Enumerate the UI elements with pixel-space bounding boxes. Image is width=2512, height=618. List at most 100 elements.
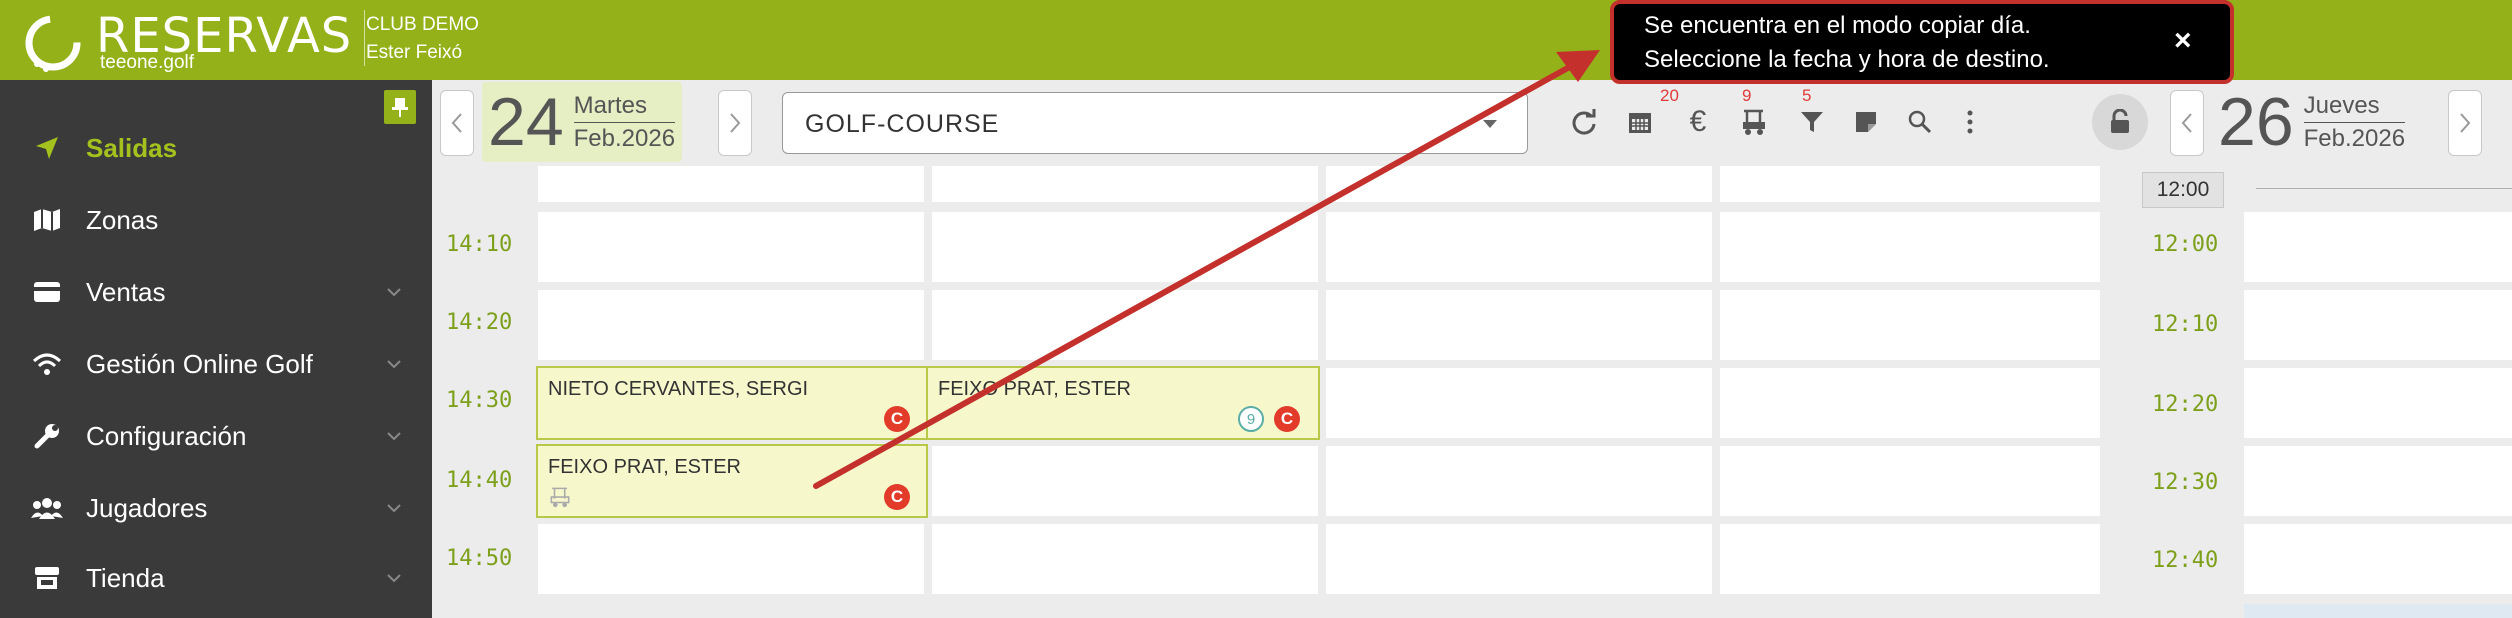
tee-slot[interactable] (1720, 290, 2100, 360)
tee-slot[interactable] (2244, 368, 2512, 438)
status-badge: C (884, 406, 910, 432)
tee-slot[interactable] (932, 446, 1318, 516)
sidebar-item-tienda[interactable]: Tienda (0, 548, 432, 608)
tee-slot[interactable] (1720, 446, 2100, 516)
course-select[interactable]: GOLF-COURSE (782, 92, 1528, 154)
paper-plane-icon (30, 131, 64, 165)
sidebar-item-label: Jugadores (86, 492, 208, 523)
map-icon (30, 203, 64, 237)
toolbar: 24 Martes Feb.2026 GOLF-COURSE 20 € 9 5 (432, 80, 2512, 166)
chevron-right-icon (730, 113, 741, 133)
sidebar-item-gestion-online-golf[interactable]: Gestión Online Golf (0, 334, 432, 394)
sidebar-item-salidas[interactable]: Salidas (0, 118, 432, 178)
tee-slot[interactable] (1326, 446, 1712, 516)
tee-slot[interactable] (2244, 212, 2512, 282)
chevron-down-icon (387, 288, 401, 297)
notes-button[interactable] (1846, 102, 1886, 142)
current-time-marker: 12:00 (2142, 172, 2224, 208)
right-tee-sheet: 12:00 12:00 12:10 12:20 12:30 12:40 (2134, 166, 2512, 618)
lock-open-icon (2111, 109, 2129, 133)
tee-slot[interactable] (1720, 524, 2100, 594)
sidebar-item-label: Salidas (86, 132, 178, 163)
users-icon (30, 491, 64, 525)
tee-slot[interactable] (1326, 166, 1712, 202)
calendar-icon (1629, 113, 1651, 133)
tee-slot[interactable] (538, 212, 924, 282)
player-name: FEIXO PRAT, ESTER (548, 456, 741, 478)
tee-slot[interactable] (538, 524, 924, 594)
next-day-button[interactable] (718, 90, 752, 156)
tee-slot[interactable] (2244, 524, 2512, 594)
tee-slot[interactable] (2244, 446, 2512, 516)
tee-slot[interactable] (932, 212, 1318, 282)
sidebar-item-label: Tienda (86, 562, 165, 593)
status-badge: C (884, 484, 910, 510)
tee-slot[interactable] (1326, 368, 1712, 438)
caret-down-icon (1483, 120, 1497, 128)
sidebar: Salidas Zonas Ventas Gestión Online Golf… (0, 80, 432, 618)
euro-button[interactable]: € (1678, 102, 1718, 142)
credit-card-icon (30, 275, 64, 309)
sidebar-item-ventas[interactable]: Ventas (0, 262, 432, 322)
tee-slot[interactable] (538, 166, 924, 202)
tee-slot[interactable] (2244, 290, 2512, 360)
tee-slot[interactable] (932, 290, 1318, 360)
right-previous-day-button[interactable] (2170, 90, 2204, 156)
tee-slot[interactable] (932, 166, 1318, 202)
store-icon (30, 561, 64, 595)
wifi-icon (30, 347, 64, 381)
tee-slot[interactable] (1326, 290, 1712, 360)
date-month-year: Feb.2026 (2303, 124, 2406, 152)
date-weekday: Martes (573, 92, 676, 123)
tee-slot[interactable] (1326, 524, 1712, 594)
close-icon[interactable]: × (2174, 24, 2192, 58)
sidebar-item-label: Configuración (86, 420, 247, 451)
player-name: FEIXO PRAT, ESTER (938, 378, 1131, 400)
lock-button[interactable] (2092, 94, 2148, 150)
player-name: NIETO CERVANTES, SERGI (548, 378, 809, 400)
date-day: 26 (2218, 84, 2294, 160)
golf-cart-icon (1743, 109, 1765, 135)
right-date[interactable]: 26 Jueves Feb.2026 (2212, 82, 2412, 162)
booking-slot[interactable]: FEIXO PRAT, ESTER 9 C (926, 366, 1320, 440)
booking-slot[interactable]: FEIXO PRAT, ESTER C (536, 444, 928, 518)
user-name[interactable]: Ester Feixó (366, 42, 462, 64)
tee-slot[interactable] (1326, 212, 1712, 282)
filter-icon (1801, 112, 1823, 132)
right-next-day-button[interactable] (2448, 90, 2482, 156)
calendar-count-badge: 20 (1660, 86, 1679, 105)
golf-cart-button[interactable] (1734, 102, 1774, 142)
filter-button[interactable] (1792, 102, 1832, 142)
app-logo[interactable]: RESERVAS teeone.golf (16, 6, 356, 74)
course-select-value: GOLF-COURSE (805, 110, 1000, 138)
sidebar-item-jugadores[interactable]: Jugadores (0, 478, 432, 538)
refresh-button[interactable] (1564, 102, 1604, 142)
time-label: 12:10 (2152, 312, 2219, 337)
booking-slot[interactable]: NIETO CERVANTES, SERGI C (536, 366, 928, 440)
calendar-button[interactable] (1620, 102, 1660, 142)
chevron-down-icon (387, 574, 401, 583)
status-badge: C (1274, 406, 1300, 432)
previous-day-button[interactable] (440, 90, 474, 156)
more-options-button[interactable] (1950, 102, 1990, 142)
tee-slot[interactable] (1720, 212, 2100, 282)
current-date[interactable]: 24 Martes Feb.2026 (482, 82, 682, 162)
tee-slot[interactable] (1720, 166, 2100, 202)
tee-slot[interactable] (2244, 604, 2512, 618)
tee-slot[interactable] (932, 524, 1318, 594)
tee-slot[interactable] (1720, 368, 2100, 438)
logo-mark-icon (25, 15, 81, 72)
club-name: CLUB DEMO (366, 14, 479, 35)
time-label: 14:20 (446, 310, 513, 335)
logo-subtitle: teeone.golf (100, 52, 195, 73)
date-day: 24 (488, 84, 564, 160)
chevron-left-icon (2181, 113, 2192, 133)
search-icon (1908, 110, 1932, 134)
sidebar-item-configuracion[interactable]: Configuración (0, 406, 432, 466)
search-button[interactable] (1900, 102, 1940, 142)
tee-slot[interactable] (538, 290, 924, 360)
time-label: 14:40 (446, 468, 513, 493)
sidebar-item-zonas[interactable]: Zonas (0, 190, 432, 250)
tee-sheet: 14:10 14:20 14:30 NIETO CERVANTES, SERGI… (432, 166, 2122, 618)
time-label: 14:30 (446, 388, 513, 413)
